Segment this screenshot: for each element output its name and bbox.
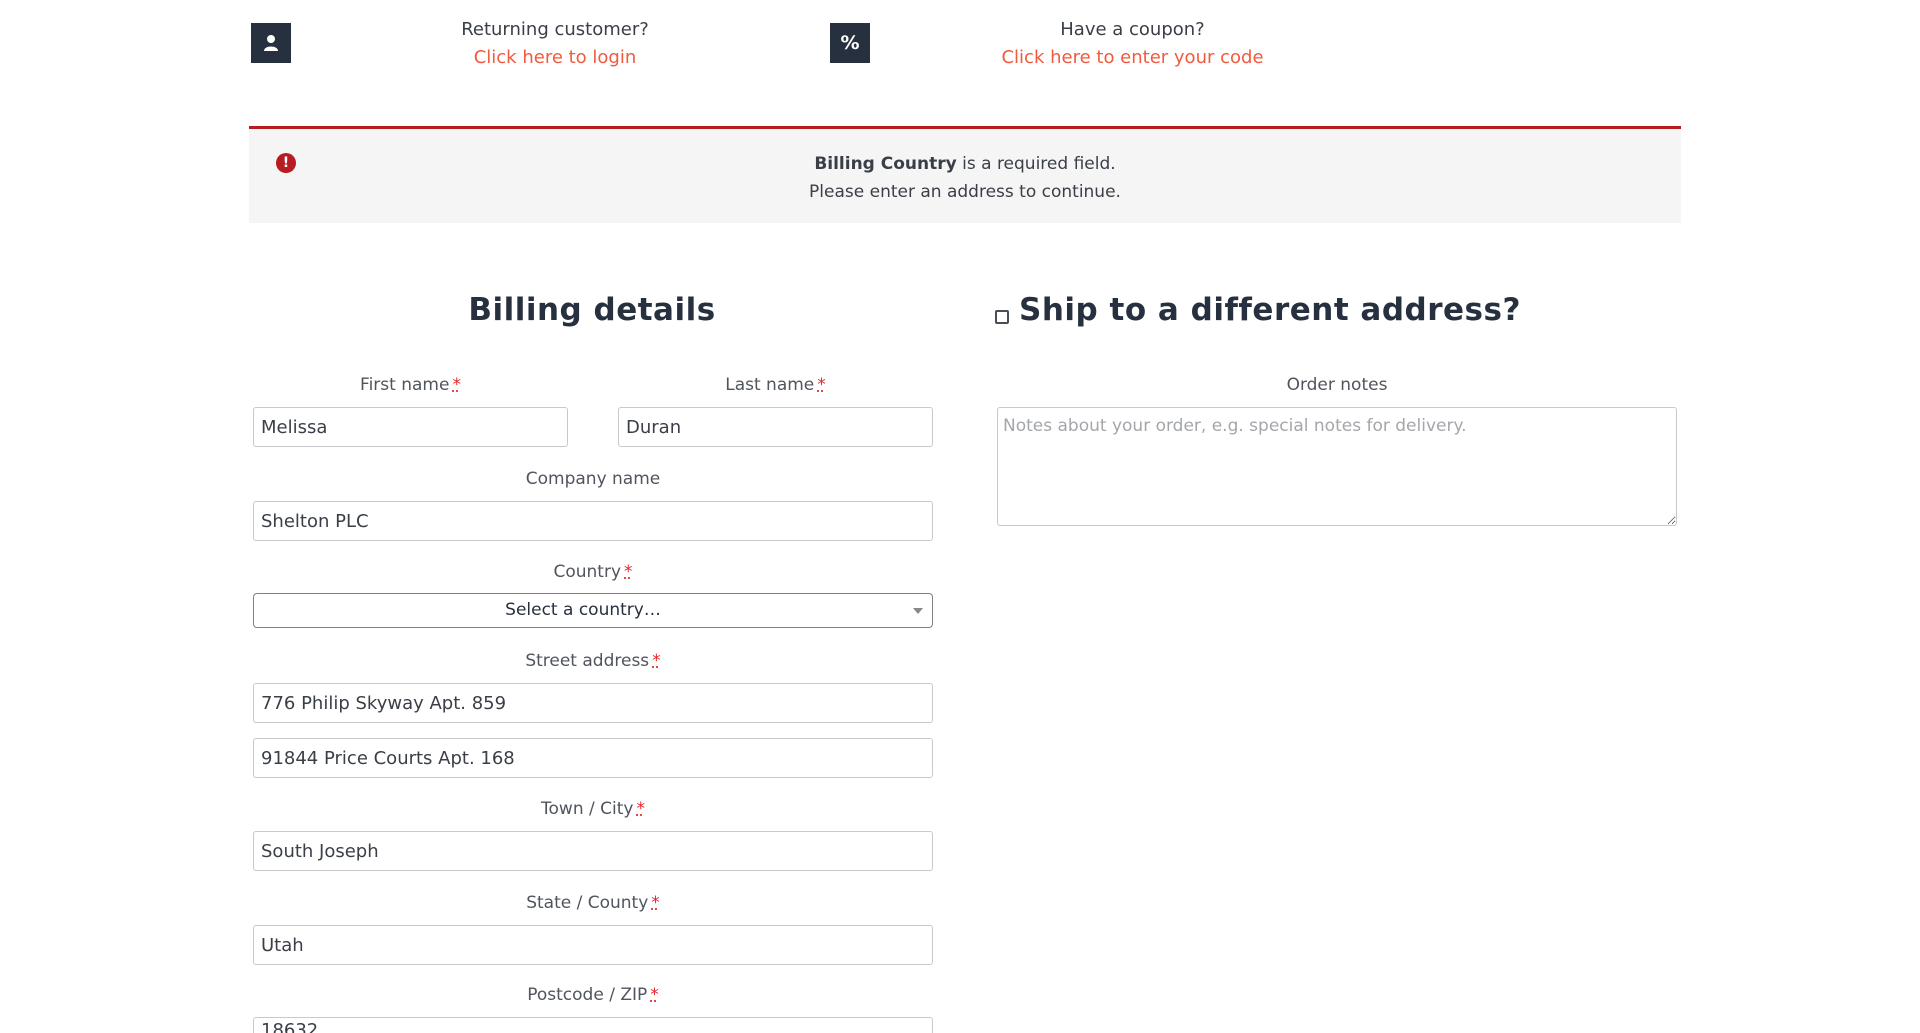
first-name-input[interactable] [253, 407, 568, 447]
company-label: Company name [253, 469, 933, 489]
required-marker: * [652, 651, 661, 671]
coupon-notice: Have a coupon? Click here to enter your … [960, 16, 1305, 72]
order-notes-textarea[interactable] [997, 407, 1677, 526]
required-marker: * [636, 799, 645, 819]
order-notes-label: Order notes [997, 375, 1677, 395]
street-line2-input[interactable] [253, 738, 933, 778]
error-field-message: is a required field. [956, 154, 1116, 174]
last-name-label-text: Last name [725, 375, 815, 395]
error-message: Billing Country is a required field. Ple… [249, 150, 1681, 206]
user-icon [264, 35, 278, 51]
ship-different-checkbox[interactable] [995, 310, 1009, 324]
city-label-text: Town / City [541, 799, 634, 819]
first-name-label-text: First name [360, 375, 450, 395]
country-label-text: Country [553, 562, 622, 582]
error-banner: ! Billing Country is a required field. P… [249, 126, 1681, 223]
percent-icon: % [840, 32, 860, 54]
first-name-label: First name * [253, 375, 568, 395]
state-input[interactable] [253, 925, 933, 965]
country-label: Country * [253, 562, 933, 582]
state-label-text: State / County [526, 893, 649, 913]
street-label: Street address * [253, 651, 933, 671]
street-line1-input[interactable] [253, 683, 933, 723]
error-line-2: Please enter an address to continue. [809, 182, 1121, 202]
coupon-question: Have a coupon? [1060, 19, 1205, 40]
country-select[interactable]: Select a country… [253, 593, 933, 628]
city-label: Town / City * [253, 799, 933, 819]
postcode-label-text: Postcode / ZIP [527, 985, 648, 1005]
last-name-input[interactable] [618, 407, 933, 447]
state-label: State / County * [253, 893, 933, 913]
shipping-heading: Ship to a different address? [1019, 292, 1521, 328]
error-line-1: Billing Country is a required field. [249, 150, 1681, 178]
required-marker: * [452, 375, 461, 395]
company-input[interactable] [253, 501, 933, 541]
required-marker: * [650, 985, 659, 1005]
last-name-label: Last name * [618, 375, 933, 395]
user-icon-badge [251, 23, 291, 63]
coupon-link[interactable]: Click here to enter your code [960, 44, 1305, 72]
postcode-input[interactable] [253, 1017, 933, 1033]
postcode-label: Postcode / ZIP * [253, 985, 933, 1005]
city-input[interactable] [253, 831, 933, 871]
street-label-text: Street address [525, 651, 650, 671]
percent-icon-badge: % [830, 23, 870, 63]
required-marker: * [624, 562, 633, 582]
company-label-text: Company name [525, 469, 661, 489]
billing-heading: Billing details [468, 292, 716, 328]
login-question: Returning customer? [461, 19, 649, 40]
country-select-value: Select a country… [505, 600, 661, 620]
login-notice: Returning customer? Click here to login [405, 16, 705, 72]
order-notes-label-text: Order notes [1286, 375, 1388, 395]
login-link[interactable]: Click here to login [405, 44, 705, 72]
required-marker: * [817, 375, 826, 395]
chevron-down-icon [913, 608, 923, 614]
required-marker: * [651, 893, 660, 913]
error-field-name: Billing Country [814, 154, 957, 174]
checkout-page: Returning customer? Click here to login … [0, 0, 1920, 1033]
